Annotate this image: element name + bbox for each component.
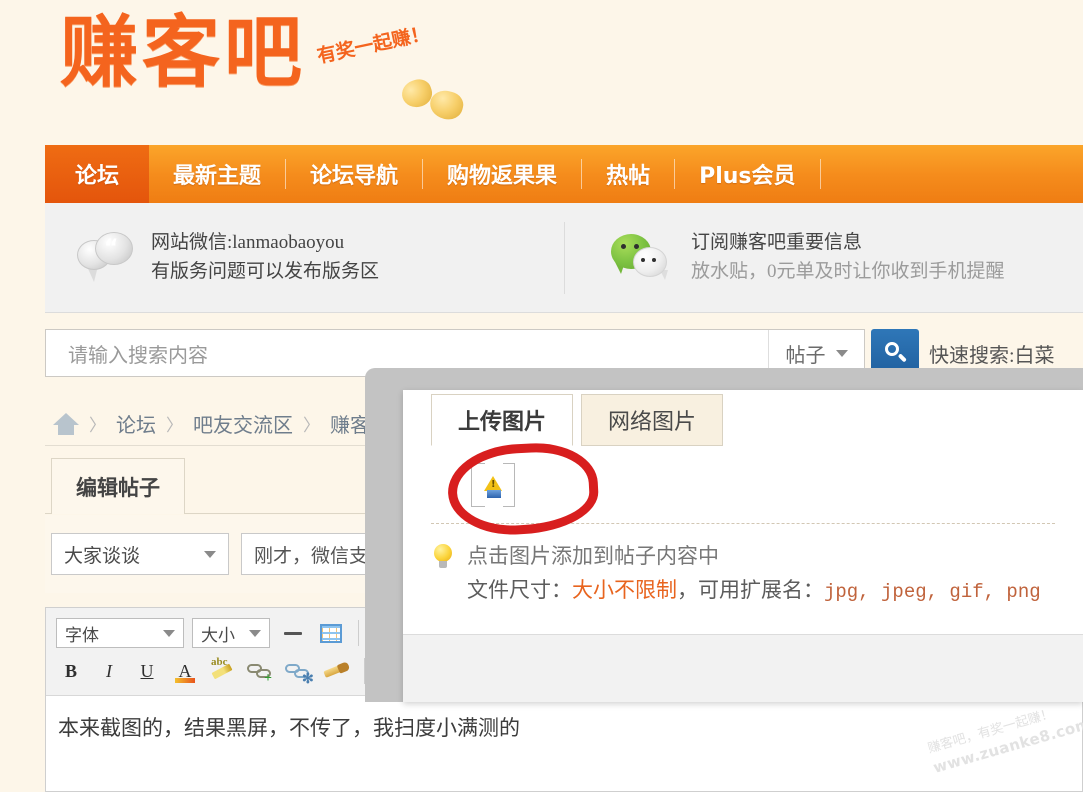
font-family-label: 字体 bbox=[65, 625, 99, 645]
tab-network-image[interactable]: 网络图片 bbox=[581, 394, 724, 446]
tab-edit-post[interactable]: 编辑帖子 bbox=[51, 458, 185, 514]
info-line-2: 有版务问题可以发布版务区 bbox=[151, 260, 380, 282]
chevron-down-icon bbox=[163, 629, 175, 637]
info-line-2: 放水贴，0元单及时让你收到手机提醒 bbox=[691, 260, 1005, 282]
quick-search-label[interactable]: 快速搜索:白菜 bbox=[929, 339, 1055, 368]
info-block-subscribe[interactable]: 订阅赚客吧重要信息 放水贴，0元单及时让你收到手机提醒 bbox=[564, 221, 1083, 294]
nav-item-forum-nav[interactable]: 论坛导航 bbox=[286, 145, 422, 203]
search-type-label: 帖子 bbox=[785, 344, 826, 367]
hint-click-to-add: 点击图片添加到帖子内容中 bbox=[467, 544, 719, 568]
coins-decoration bbox=[398, 76, 468, 123]
chevron-down-icon bbox=[204, 550, 216, 558]
italic-icon[interactable]: I bbox=[94, 656, 124, 686]
search-icon bbox=[883, 341, 907, 365]
nav-item-plus-member[interactable]: Plus会员 bbox=[675, 145, 819, 203]
info-text-group: 网站微信:lanmaobaoyou 有版务问题可以发布版务区 bbox=[151, 229, 379, 286]
insert-link-icon[interactable]: + bbox=[246, 656, 276, 686]
info-line-1: 网站微信:lanmaobaoyou bbox=[151, 232, 345, 253]
tab-upload-image[interactable]: 上传图片 bbox=[431, 394, 574, 446]
nav-item-forum[interactable]: 论坛 bbox=[45, 145, 150, 203]
wechat-info-bar: “ 网站微信:lanmaobaoyou 有版务问题可以发布版务区 订阅赚客吧重要… bbox=[45, 203, 1083, 313]
bold-icon[interactable]: B bbox=[56, 656, 86, 686]
font-size-label: 大小 bbox=[201, 625, 235, 645]
clear-format-icon[interactable] bbox=[322, 656, 352, 686]
broken-image-icon[interactable] bbox=[471, 461, 515, 508]
font-size-select[interactable]: 大小 bbox=[192, 618, 270, 648]
chevron-down-icon bbox=[835, 349, 848, 357]
breadcrumb-item-friends-zone[interactable]: 吧友交流区 bbox=[193, 409, 293, 438]
underline-icon[interactable]: U bbox=[132, 656, 162, 686]
dialog-footer bbox=[403, 634, 1083, 702]
toolbar-divider bbox=[358, 620, 359, 646]
site-header: 赚客吧 有奖一起赚！ bbox=[0, 0, 1083, 145]
dialog-hints: 点击图片添加到帖子内容中 文件尺寸：大小不限制，可用扩展名：jpg, jpeg,… bbox=[403, 524, 1083, 607]
speech-bubble-icon: “ bbox=[77, 231, 137, 284]
info-line-1: 订阅赚客吧重要信息 bbox=[691, 232, 863, 253]
breadcrumb-separator: 〉 bbox=[89, 416, 106, 435]
chevron-down-icon bbox=[249, 629, 261, 637]
site-logo[interactable]: 赚客吧 有奖一起赚！ bbox=[60, 8, 432, 98]
breadcrumb-separator: 〉 bbox=[303, 416, 320, 435]
home-icon[interactable] bbox=[53, 412, 79, 435]
breadcrumb-item-forum[interactable]: 论坛 bbox=[116, 409, 156, 438]
category-select-value: 大家谈谈 bbox=[64, 545, 141, 567]
breadcrumb-separator: 〉 bbox=[166, 416, 183, 435]
hint-file-constraints: 文件尺寸：大小不限制，可用扩展名：jpg, jpeg, gif, png bbox=[467, 574, 1041, 608]
category-select[interactable]: 大家谈谈 bbox=[51, 533, 229, 575]
nav-item-latest-topics[interactable]: 最新主题 bbox=[149, 145, 285, 203]
dialog-tab-strip: 上传图片 网络图片 bbox=[403, 390, 1083, 446]
hint-text-group: 点击图片添加到帖子内容中 文件尺寸：大小不限制，可用扩展名：jpg, jpeg,… bbox=[467, 540, 1041, 607]
hint-size-value: 大小不限制 bbox=[572, 577, 677, 602]
font-color-icon[interactable]: A bbox=[170, 656, 200, 686]
nav-item-shopping-rebate[interactable]: 购物返果果 bbox=[423, 145, 581, 203]
hint-ext-label: ，可用扩展名： bbox=[677, 577, 824, 602]
upload-thumbnail-area bbox=[431, 446, 1055, 524]
highlight-icon[interactable]: abc bbox=[208, 656, 238, 686]
logo-slogan: 有奖一起赚！ bbox=[315, 22, 432, 68]
nav-separator bbox=[819, 159, 821, 189]
main-navigation: 论坛 最新主题 论坛导航 购物返果果 热帖 Plus会员 bbox=[45, 145, 1083, 203]
hint-ext-value: jpg, jpeg, gif, png bbox=[824, 580, 1041, 603]
coin-icon bbox=[427, 87, 466, 123]
font-family-select[interactable]: 字体 bbox=[56, 618, 184, 648]
search-input[interactable]: 请输入搜索内容 bbox=[46, 339, 768, 368]
editor-body-text[interactable]: 本来截图的，结果黑屏，不传了，我扫度小满测的 bbox=[46, 696, 1082, 762]
hint-size-label: 文件尺寸： bbox=[467, 577, 572, 602]
wechat-icon bbox=[611, 232, 675, 284]
horizontal-rule-icon[interactable] bbox=[278, 618, 308, 648]
info-block-site-wechat[interactable]: “ 网站微信:lanmaobaoyou 有版务问题可以发布版务区 bbox=[45, 222, 564, 294]
nav-item-hot-posts[interactable]: 热帖 bbox=[582, 145, 674, 203]
table-icon[interactable] bbox=[316, 618, 346, 648]
logo-text: 赚客吧 bbox=[60, 8, 307, 98]
info-text-group: 订阅赚客吧重要信息 放水贴，0元单及时让你收到手机提醒 bbox=[691, 229, 1005, 286]
remove-link-icon[interactable]: ✻ bbox=[284, 656, 314, 687]
image-upload-dialog: 上传图片 网络图片 点击图片添加到帖子内容中 文件尺寸：大小不限制，可用扩展名：… bbox=[403, 390, 1083, 702]
lightbulb-icon bbox=[431, 544, 455, 574]
forum-page: 赚客吧 有奖一起赚！ 论坛 最新主题 论坛导航 购物返果果 热帖 Plus会员 … bbox=[0, 0, 1083, 792]
